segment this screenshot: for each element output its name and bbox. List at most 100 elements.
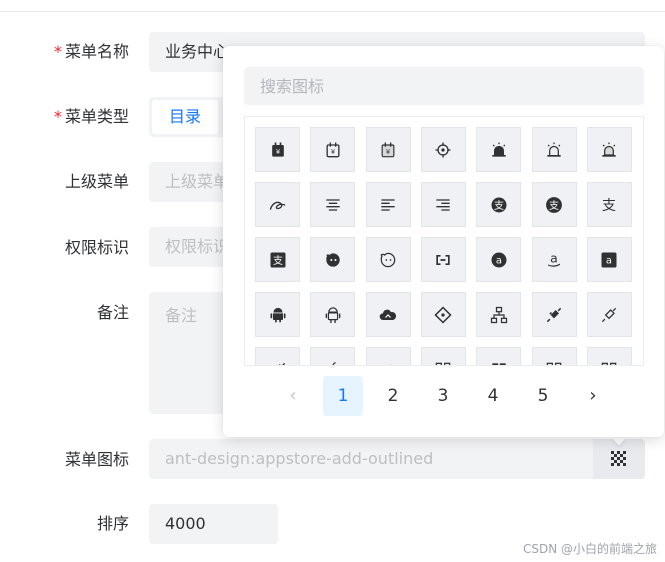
pagination-prev-button[interactable]: ‹ [273,376,313,416]
icon-option-aim[interactable] [420,127,466,172]
apple-filled-icon [332,361,337,365]
pagination-page-4[interactable]: 4 [473,376,513,416]
menu-icon-input[interactable]: ant-design:appstore-add-outlined [149,439,593,479]
icon-option-amazon-circle-filled[interactable]: a [476,237,522,282]
icon-option-appstore-filled[interactable] [476,347,522,365]
menu-icon-label: 菜单图标 [64,450,129,469]
icon-picker-popover: ¥¥¥支支支支aaa ‹12345› [223,46,664,437]
icon-option-alipay-circle-outlined[interactable]: 支 [531,182,577,227]
aliwangwang-icon [269,201,285,210]
svg-text:a: a [550,250,558,265]
icon-option-api-twotone[interactable] [255,347,300,365]
icon-option-aliwangwang-filled[interactable] [310,237,356,282]
icon-option-api-outlined[interactable] [586,292,632,337]
svg-text:支: 支 [273,255,283,267]
menu-type-label: * 菜单类型 [53,107,129,126]
align-left-icon [381,198,395,211]
icon-option-apartment[interactable] [476,292,522,337]
required-mark: * [53,42,62,61]
menu-name-label: * 菜单名称 [53,42,129,61]
icon-option-appstore-twotone[interactable] [586,347,632,365]
icon-option-android-outlined[interactable] [310,292,356,337]
appstore-add-icon [436,362,451,365]
icon-option-alipay[interactable]: 支 [586,182,632,227]
alert-outlined-icon: ¥ [326,142,340,157]
remark-label: 备注 [96,303,129,322]
svg-text:a: a [606,255,612,266]
icon-option-alipay-circle-filled[interactable]: 支 [476,182,522,227]
alipay-circle-filled-icon: 支 [491,197,507,212]
icon-option-aliwangwang-outlined[interactable] [365,237,411,282]
icon-option-alert-bell-outlined[interactable] [531,127,577,172]
icon-option-aliwangwang[interactable] [255,182,300,227]
icon-option-aliyun[interactable] [420,237,466,282]
icon-search-input[interactable] [244,67,644,105]
icon-option-amazon-square-filled[interactable]: a [586,237,632,282]
svg-text:支: 支 [494,199,504,211]
alipay-icon: 支 [602,198,616,214]
ant-cloud-icon [379,309,397,320]
icon-option-alert-bell-twotone[interactable] [586,127,632,172]
menu-type-radio-group: 目录 [149,97,229,137]
aliyun-icon [436,254,451,265]
pagination: ‹ 1 2 3 4 5 › [223,376,664,416]
align-right-icon [436,198,451,211]
android-outlined-icon [325,306,341,323]
icon-option-align-left[interactable] [365,182,411,227]
icon-option-apple-filled[interactable] [310,347,356,365]
alert-twotone-icon: ¥ [381,142,395,157]
ant-design-icon [434,305,452,324]
amazon-circle-filled-icon: a [491,252,507,267]
icon-option-alert-bell-filled[interactable] [476,127,522,172]
alipay-circle-outlined-icon: 支 [546,196,562,213]
aliwangwang-outlined-icon [380,252,396,267]
svg-text:¥: ¥ [386,148,390,156]
icon-option-api-filled[interactable] [531,292,577,337]
appstore-outlined-icon [546,362,562,365]
api-filled-icon [546,307,562,322]
aim-icon [435,142,451,157]
api-twotone-icon [277,362,285,365]
appstore-twotone-icon [602,362,617,365]
android-filled-icon [270,307,285,322]
permission-label: 权限标识 [64,238,129,257]
icon-option-ant-design[interactable] [420,292,466,337]
icon-option-ant-cloud[interactable] [365,292,411,337]
alert-bell-filled-icon [492,142,506,157]
icon-option-alert-twotone[interactable]: ¥ [365,127,411,172]
icon-option-appstore-add[interactable] [420,347,466,365]
menu-type-directory-option[interactable]: 目录 [152,100,218,134]
required-mark: * [53,107,62,126]
apartment-icon [490,306,507,323]
icon-option-alert-filled[interactable]: ¥ [255,127,300,172]
icon-option-alipay-square-filled[interactable]: 支 [255,237,300,282]
alert-bell-outlined-icon [547,142,561,157]
amazon-square-filled-icon: a [601,252,617,267]
icon-option-apple-outlined[interactable] [365,347,411,365]
icon-option-appstore-outlined[interactable] [531,347,577,365]
pagination-next-button[interactable]: › [573,376,613,416]
svg-text:a: a [496,255,502,266]
pagination-page-5[interactable]: 5 [523,376,563,416]
icon-option-android-filled[interactable] [255,292,300,337]
icon-option-alert-outlined[interactable]: ¥ [310,127,356,172]
pagination-page-3[interactable]: 3 [423,376,463,416]
icon-option-align-right[interactable] [420,182,466,227]
svg-text:¥: ¥ [275,148,279,156]
apple-outlined-icon [385,364,394,365]
appstore-filled-icon [492,362,506,365]
icon-option-align-center[interactable] [310,182,356,227]
sort-input[interactable]: 4000 [149,504,278,544]
amazon-icon: a [547,250,561,267]
sort-label: 排序 [96,514,129,533]
alipay-square-filled-icon: 支 [270,252,285,267]
icon-option-amazon[interactable]: a [531,237,577,282]
watermark: CSDN @小白的前端之旅 [522,542,657,556]
appstore-add-icon [611,451,626,466]
pagination-page-1[interactable]: 1 [323,376,363,416]
aliwangwang-filled-icon [326,252,340,267]
svg-text:支: 支 [602,198,616,214]
svg-text:¥: ¥ [331,148,335,156]
pagination-page-2[interactable]: 2 [373,376,413,416]
icon-grid: ¥ ¥ ¥ 支支支支 a a a [244,116,644,366]
